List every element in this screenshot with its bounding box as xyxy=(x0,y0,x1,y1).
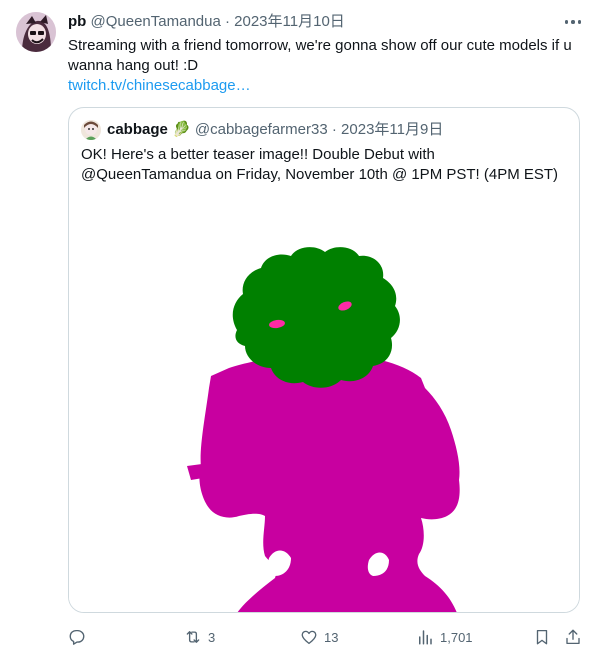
cabbage-emoji-icon: 🥬 xyxy=(172,121,191,138)
quote-separator-dot: · xyxy=(331,121,337,138)
like-button[interactable]: 13 xyxy=(300,626,338,648)
hair-silhouette xyxy=(199,353,460,612)
author-name[interactable]: pb xyxy=(68,13,86,30)
separator-dot: · xyxy=(224,13,230,30)
silhouette-illustration xyxy=(187,247,460,612)
quote-header: cabbage 🥬 @cabbagefarmer33 · 2023年11月9日 xyxy=(107,120,443,140)
analytics-icon xyxy=(419,630,432,645)
quote-text: OK! Here's a better teaser image!! Doubl… xyxy=(81,146,559,183)
tweet-text: Streaming with a friend tomorrow, we're … xyxy=(68,37,572,74)
tweet-link[interactable]: twitch.tv/chinesecabbage… xyxy=(68,76,251,96)
bookmark-icon xyxy=(536,629,548,645)
quote-author-avatar[interactable] xyxy=(81,120,101,140)
teaser-image[interactable] xyxy=(69,198,579,612)
tweet-header: pb @QueenTamandua · 2023年11月10日 xyxy=(68,12,345,32)
quote-author-handle[interactable]: @cabbagefarmer33 xyxy=(195,121,328,138)
view-count: 1,701 xyxy=(440,629,473,645)
author-avatar[interactable] xyxy=(16,12,56,52)
tweet-actions: 3 13 1,701 xyxy=(68,626,588,648)
bookmark-button[interactable] xyxy=(533,626,551,648)
tweet-card[interactable]: pb @QueenTamandua · 2023年11月10日 Streamin… xyxy=(0,0,598,661)
quote-date[interactable]: 2023年11月9日 xyxy=(341,121,443,138)
quote-author-name[interactable]: cabbage xyxy=(107,121,168,138)
quote-avatar-image xyxy=(81,120,101,140)
share-icon xyxy=(566,629,580,645)
views-button[interactable]: 1,701 xyxy=(416,626,473,648)
reply-icon xyxy=(69,629,85,645)
retweet-count: 3 xyxy=(208,629,216,645)
reply-button[interactable] xyxy=(68,626,92,648)
retweet-button[interactable]: 3 xyxy=(184,626,215,648)
tweet-date[interactable]: 2023年11月10日 xyxy=(234,13,345,30)
retweet-icon xyxy=(186,631,200,643)
like-count: 13 xyxy=(324,629,339,645)
share-button[interactable] xyxy=(564,626,582,648)
heart-icon xyxy=(301,630,317,645)
author-handle[interactable]: @QueenTamandua xyxy=(91,13,221,30)
quoted-tweet[interactable]: cabbage 🥬 @cabbagefarmer33 · 2023年11月9日 … xyxy=(68,107,580,613)
avatar-image xyxy=(16,12,56,52)
more-options-icon[interactable] xyxy=(562,14,584,30)
